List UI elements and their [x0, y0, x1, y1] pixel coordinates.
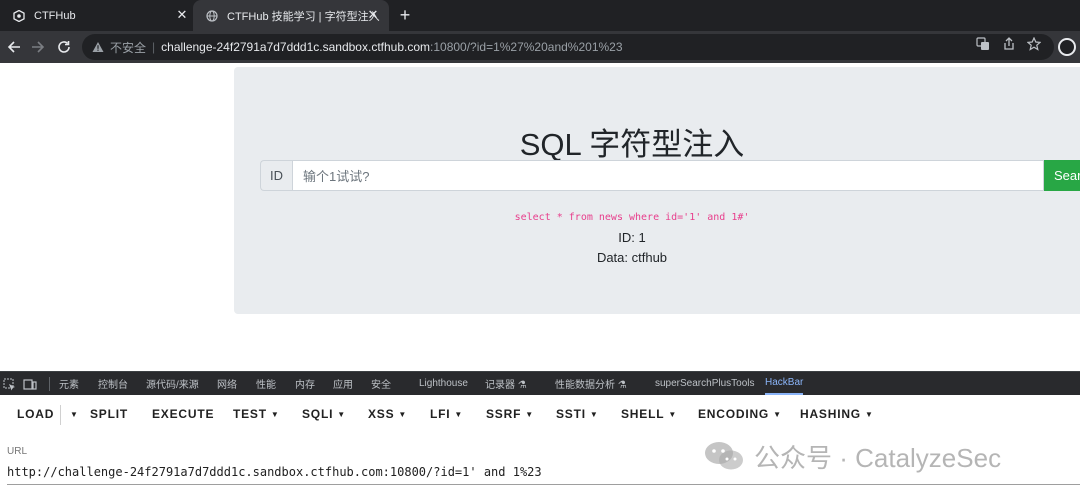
devtools-tab-security[interactable]: 安全 — [371, 372, 391, 395]
load-dropdown-button[interactable]: ▼ — [66, 401, 79, 427]
caret-down-icon: ▼ — [337, 409, 346, 419]
devtools-tab-performance-insights[interactable]: 性能数据分析 ⚗ — [555, 372, 627, 395]
execute-button[interactable]: EXECUTE — [152, 401, 214, 427]
sql-query: select * from news where id='1' and 1#' — [514, 212, 750, 223]
execute-label: EXECUTE — [152, 407, 215, 421]
close-tab-icon[interactable]: ✕ — [174, 7, 190, 23]
caret-down-icon: ▼ — [589, 409, 599, 419]
device-toolbar-icon[interactable] — [22, 376, 38, 392]
watermark: 公众号 · CatalyzeSec — [702, 438, 1001, 474]
hashing-label: HASHING — [800, 407, 861, 421]
profile-avatar-icon[interactable] — [1058, 38, 1076, 56]
insecure-label: 不安全 — [110, 40, 147, 55]
test-label: TEST — [233, 407, 267, 421]
shell-menu[interactable]: SHELL ▼ — [621, 401, 677, 427]
url-host: challenge-24f2791a7d7ddd1c.sandbox.ctfhu… — [161, 40, 431, 54]
caret-down-icon: ▼ — [454, 409, 464, 419]
ssrf-label: SSRF — [486, 407, 522, 421]
caret-down-icon: ▼ — [398, 409, 408, 419]
devtools-tab-elements[interactable]: 元素 — [59, 372, 79, 395]
split-button[interactable]: SPLIT — [90, 401, 128, 427]
new-tab-button[interactable]: + — [396, 5, 414, 25]
star-icon[interactable] — [1026, 36, 1042, 52]
ssti-label: SSTI — [556, 407, 586, 421]
devtools-tab-recorder[interactable]: 记录器 ⚗ — [485, 372, 527, 395]
caret-down-icon: ▼ — [864, 409, 874, 419]
test-menu[interactable]: TEST ▼ — [233, 401, 280, 427]
xss-label: XSS — [368, 407, 395, 421]
tab-title: CTFHub 技能学习 | 字符型注入 — [227, 10, 380, 23]
ssrf-menu[interactable]: SSRF ▼ — [486, 401, 534, 427]
share-icon[interactable] — [1001, 36, 1017, 52]
reload-icon[interactable] — [54, 37, 74, 57]
page-title: SQL 字符型注入 — [519, 127, 745, 162]
tab-ctfhub-sqli[interactable]: CTFHub 技能学习 | 字符型注入 ✕ — [193, 0, 389, 31]
search-form: ID 输个1试试? Search — [260, 160, 1080, 191]
shell-label: SHELL — [621, 407, 665, 421]
wechat-icon — [702, 440, 746, 472]
tab-title: CTFHub — [34, 9, 76, 22]
result-data: Data: ctfhub — [596, 250, 668, 265]
encoding-menu[interactable]: ENCODING ▼ — [698, 401, 782, 427]
encoding-label: ENCODING — [698, 407, 770, 421]
globe-icon — [205, 9, 219, 23]
caret-down-icon: ▼ — [668, 409, 678, 419]
url-field-underline — [7, 484, 1080, 485]
web-page: SQL 字符型注入 ID 输个1试试? Search select * from… — [0, 63, 1080, 370]
id-input[interactable]: 输个1试试? — [292, 160, 1044, 191]
watermark-text: 公众号 · CatalyzeSec — [754, 442, 1002, 473]
sqli-label: SQLI — [302, 407, 334, 421]
ssti-menu[interactable]: SSTI ▼ — [556, 401, 599, 427]
caret-down-icon: ▼ — [70, 409, 79, 419]
back-arrow-icon[interactable] — [4, 37, 24, 57]
split-label: SPLIT — [90, 407, 129, 421]
devtools-tab-performance[interactable]: 性能 — [256, 372, 276, 395]
inspect-element-icon[interactable] — [1, 376, 17, 392]
tab-ctfhub[interactable]: CTFHub ✕ — [0, 0, 192, 31]
hashing-menu[interactable]: HASHING ▼ — [800, 401, 874, 427]
browser-tab-strip: CTFHub ✕ CTFHub 技能学习 | 字符型注入 ✕ + — [0, 0, 1080, 31]
url-field-label: URL — [7, 446, 28, 457]
lfi-menu[interactable]: LFI ▼ — [430, 401, 463, 427]
url-path: :10800/?id=1%27%20and%201%23 — [430, 40, 623, 54]
devtools-tab-lighthouse[interactable]: Lighthouse — [419, 372, 468, 395]
caret-down-icon: ▼ — [525, 409, 534, 419]
result-id: ID: 1 — [618, 230, 646, 245]
devtools-tab-memory[interactable]: 内存 — [295, 372, 315, 395]
close-tab-icon[interactable]: ✕ — [365, 7, 381, 23]
browser-toolbar: 不安全 | challenge-24f2791a7d7ddd1c.sandbox… — [0, 31, 1080, 63]
caret-down-icon: ▼ — [270, 409, 280, 419]
devtools-tab-application[interactable]: 应用 — [333, 372, 353, 395]
caret-down-icon: ▼ — [773, 409, 782, 419]
devtools-tab-network[interactable]: 网络 — [217, 372, 237, 395]
warning-icon[interactable] — [92, 41, 104, 53]
devtools-tab-supersearch[interactable]: superSearchPlusTools — [655, 372, 755, 395]
address-bar[interactable]: 不安全 | challenge-24f2791a7d7ddd1c.sandbox… — [82, 34, 1054, 60]
id-prefix-label: ID — [260, 160, 292, 191]
devtools-divider — [49, 377, 50, 391]
devtools-tab-hackbar[interactable]: HackBar — [765, 372, 804, 395]
load-split-divider — [60, 405, 61, 425]
devtools-tab-strip: 元素 控制台 源代码/来源 网络 性能 内存 应用 安全 Lighthouse … — [0, 371, 1080, 395]
ctfhub-logo-icon — [12, 9, 26, 23]
jumbotron: SQL 字符型注入 ID 输个1试试? Search select * from… — [234, 67, 1080, 314]
devtools-tab-console[interactable]: 控制台 — [98, 372, 128, 395]
load-button[interactable]: LOAD — [17, 401, 54, 427]
forward-arrow-icon[interactable] — [28, 37, 48, 57]
address-separator: | — [152, 40, 156, 54]
load-label: LOAD — [17, 407, 55, 421]
sqli-menu[interactable]: SQLI ▼ — [302, 401, 346, 427]
search-button[interactable]: Search — [1044, 160, 1080, 191]
translate-icon[interactable] — [975, 36, 991, 52]
url-field[interactable]: http://challenge-24f2791a7d7ddd1c.sandbo… — [7, 465, 542, 479]
devtools-tab-sources[interactable]: 源代码/来源 — [146, 372, 199, 395]
xss-menu[interactable]: XSS ▼ — [368, 401, 407, 427]
lfi-label: LFI — [430, 407, 451, 421]
